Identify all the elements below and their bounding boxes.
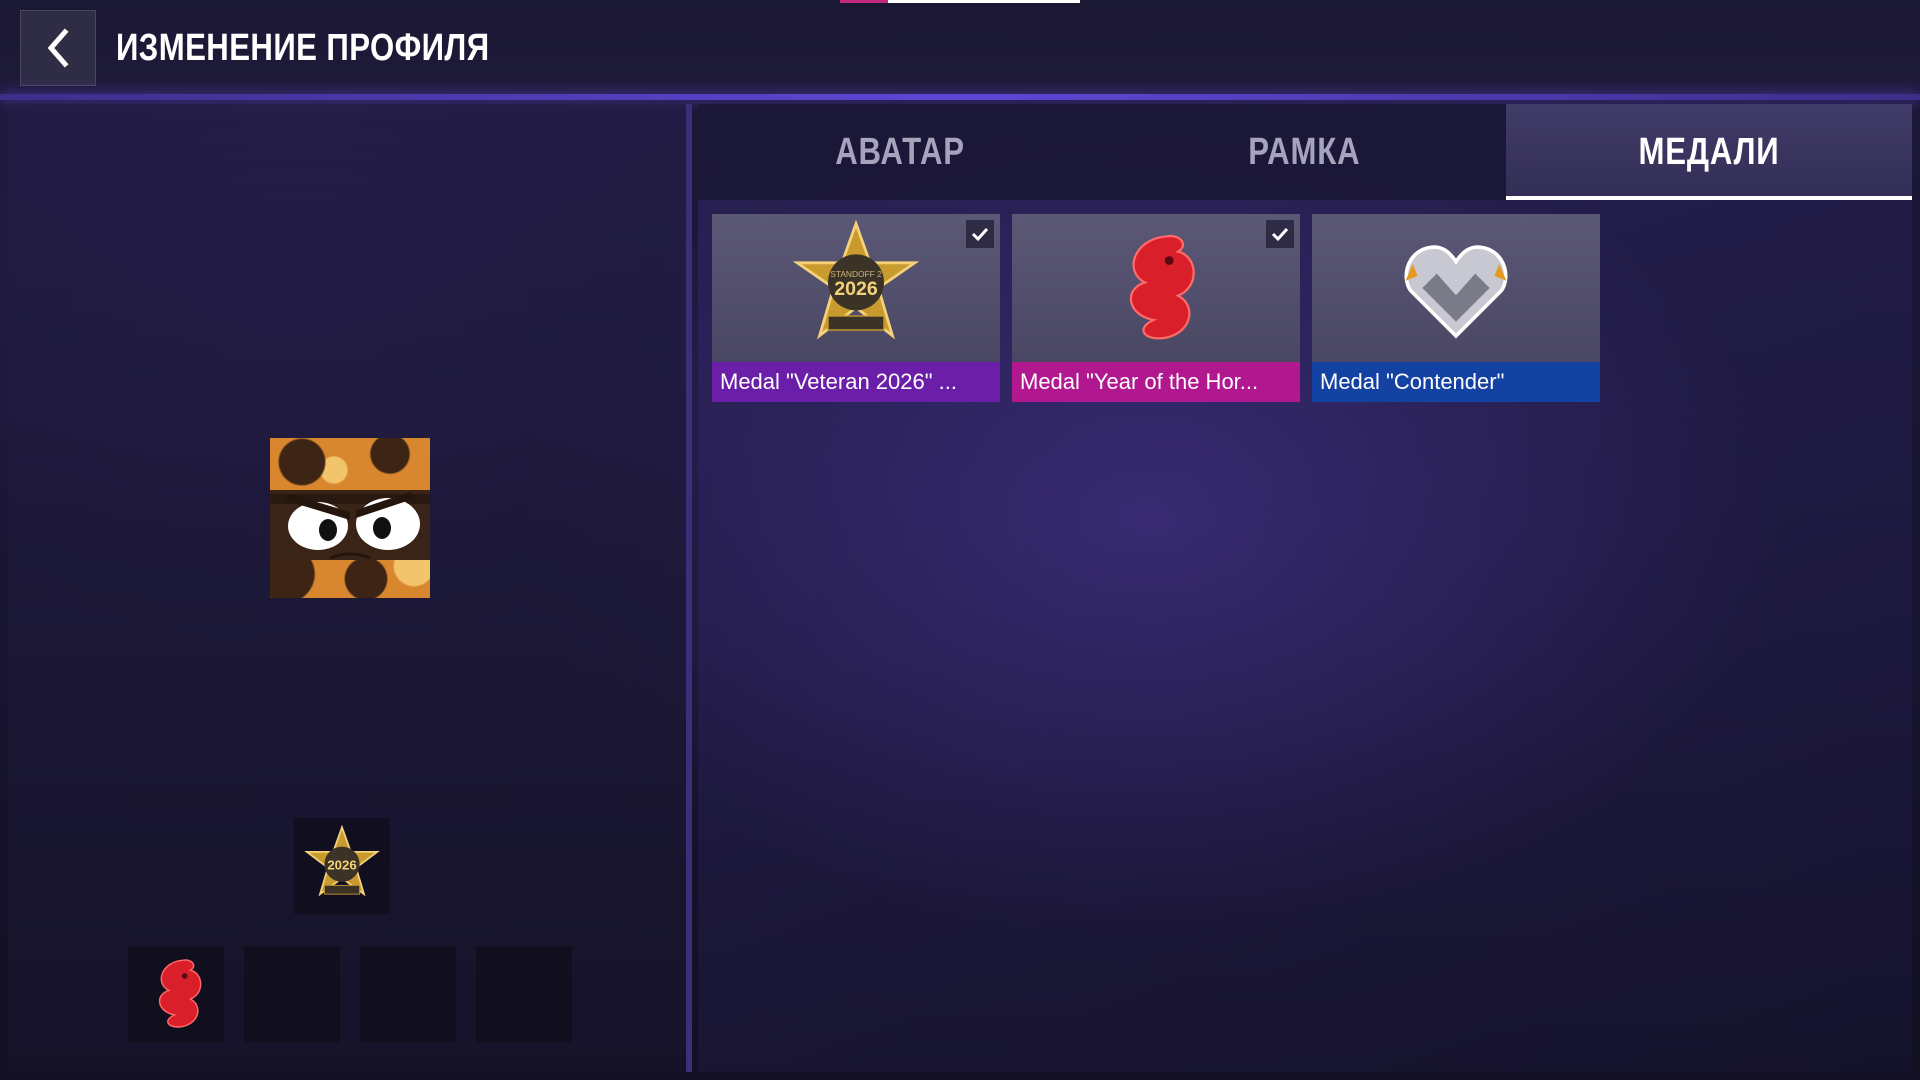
horse-medal-icon [1129,234,1195,340]
tab-frame[interactable]: РАМКА [1102,104,1506,200]
profile-preview-panel: 2026 [8,104,692,1072]
back-button[interactable] [20,10,96,86]
medal-art [1312,214,1600,362]
top-bar-divider [0,94,1920,100]
tab-medals[interactable]: МЕДАЛИ [1506,104,1912,200]
svg-text:2026: 2026 [834,278,878,300]
medal-card-year-of-the-horse[interactable]: Medal "Year of the Hor... [1012,214,1300,402]
tab-label: МЕДАЛИ [1638,130,1780,173]
medal-slot-3[interactable] [360,946,456,1042]
tab-bar: АВАТАР РАМКА МЕДАЛИ [698,104,1912,200]
veteran-2026-medal-icon: 2026 [304,824,380,897]
selection-panel: АВАТАР РАМКА МЕДАЛИ STANDOFF 2 2026 Meda… [698,104,1912,1072]
checkmark-icon [971,227,989,242]
tab-label: АВАТАР [835,130,965,173]
medal-label: Medal "Veteran 2026" ... [712,362,1000,402]
medal-art [1012,214,1300,362]
medal-label: Medal "Year of the Hor... [1012,362,1300,402]
svg-text:2026: 2026 [327,858,356,873]
checkmark-icon [1271,227,1289,242]
tab-label: РАМКА [1247,130,1361,173]
contender-medal-icon [1404,245,1508,339]
medal-label: Medal "Contender" [1312,362,1600,402]
medal-slot-4[interactable] [476,946,572,1042]
top-accent-bar [840,0,1080,3]
veteran-2026-medal-icon: STANDOFF 2 2026 [792,219,920,340]
camo-ninja-avatar-icon [270,490,430,560]
page-title: ИЗМЕНЕНИЕ ПРОФИЛЯ [116,27,490,69]
medal-card-veteran-2026[interactable]: STANDOFF 2 2026 Medal "Veteran 2026" ... [712,214,1000,402]
medal-card-contender[interactable]: Medal "Contender" [1312,214,1600,402]
main-medal-slot[interactable]: 2026 [294,818,390,914]
medal-art: STANDOFF 2 2026 [712,214,1000,362]
selected-check [966,220,994,248]
selected-check [1266,220,1294,248]
medal-slot-1[interactable] [128,946,224,1042]
top-bar: ИЗМЕНЕНИЕ ПРОФИЛЯ [0,0,1920,96]
horse-medal-icon [159,959,202,1028]
medal-slot-2[interactable] [244,946,340,1042]
tab-avatar[interactable]: АВАТАР [698,104,1102,200]
chevron-left-icon [47,28,69,68]
avatar[interactable] [270,438,430,598]
